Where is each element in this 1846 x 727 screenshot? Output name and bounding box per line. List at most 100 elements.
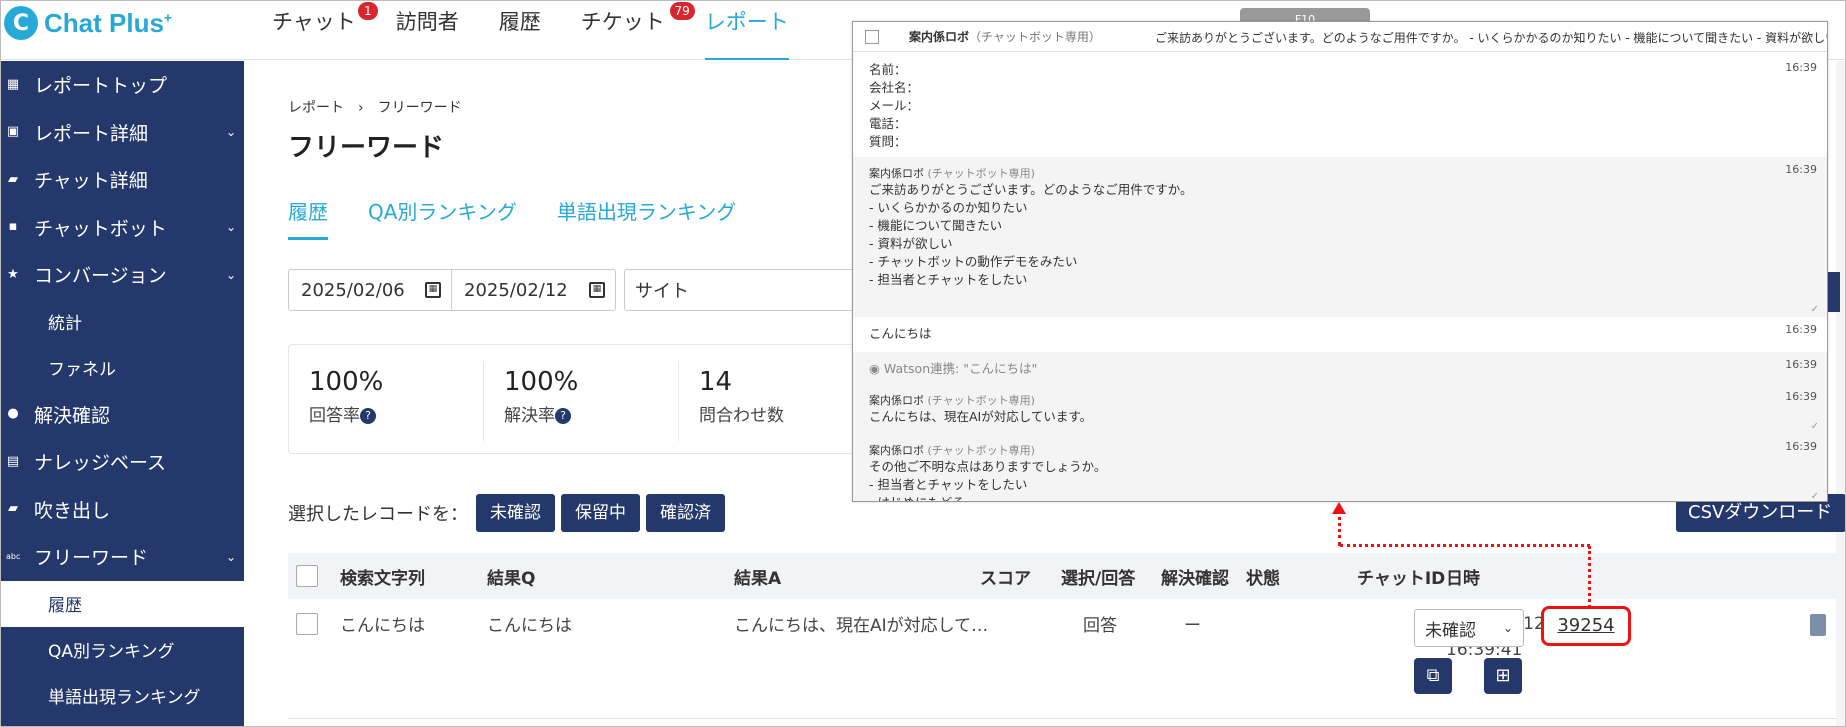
col-query: 検索文字列 [340,568,425,589]
speech-bubble-icon: ▰ [8,501,18,517]
col-status: 状態 [1246,568,1280,589]
popup-last-message: ご来訪ありがとうございます。どのようなご用件ですか。 - いくらかかるのか知りた… [1155,31,1828,45]
chat-icon: ▰ [8,171,18,187]
row-query: こんにちは [340,616,425,636]
sidebar-item-resolution[interactable]: ● 解決確認 [0,391,244,439]
chat-id-link[interactable]: 39254 [1557,615,1614,636]
tabs: 履歴 QA別ランキング 単語出現ランキング [288,196,776,240]
col-datetime: 日時 [1446,568,1480,589]
breadcrumb[interactable]: レポート › フリーワード [288,97,462,117]
row-select-answer: 回答 [1083,616,1117,636]
user-circle-icon: ◉ [869,361,880,376]
calendar-icon: ▦ [589,282,605,298]
nav-history[interactable]: 履歴 [499,0,541,60]
sidebar-item-chat-detail[interactable]: ▰ チャット詳細 [0,156,244,204]
mark-pending-button[interactable]: 保留中 [561,494,640,532]
row-resolved: ー [1184,616,1201,636]
chevron-down-icon: ⌄ [225,220,236,235]
chat-bubble-icon: C [4,6,38,40]
date-from-field[interactable]: 2025/02/06 ▦ [288,269,452,311]
col-score: スコア [980,568,1031,589]
sidebar-item-balloon[interactable]: ▰ 吹き出し [0,486,244,534]
chevron-down-icon: ⌄ [225,549,236,564]
tab-word-ranking[interactable]: 単語出現ランキング [557,196,736,240]
nav-tickets[interactable]: チケット 79 [581,0,695,60]
row-result-a: こんにちは、現在AIが対応して… [734,616,989,636]
sidebar: ▦ レポートトップ ▣ レポート詳細 ⌄ ▰ チャット詳細 ▪ チャットボット ⌄ ★ コンバ… [0,61,244,727]
read-check-icon: ✓ [1810,421,1819,432]
chat-message-bot-greeting: 16:39 案内係ロボ (チャットボット専用) ご来訪ありがとうございます。どの… [853,157,1827,317]
annotation-line [1340,544,1590,547]
chat-log-popup: 案内係ロボ（チャットボット専用） ご来訪ありがとうございます。どのようなご用件で… [852,21,1828,502]
mark-unconfirmed-button[interactable]: 未確認 [476,494,555,532]
date-to-field[interactable]: 2025/02/12 ▦ [452,269,616,311]
annotation-line [1588,546,1591,608]
popup-bot-name: 案内係ロボ（チャットボット専用） [909,30,1101,44]
chatplus-logo[interactable]: C Chat Plus+ [4,6,172,40]
col-resolved: 解決確認 [1161,568,1229,589]
tab-history[interactable]: 履歴 [288,196,328,240]
stat-inquiry-count: 14 問合わせ数 [699,367,784,426]
trash-icon[interactable] [1810,614,1826,636]
star-icon: ★ [7,266,19,282]
chatbot-icon: ▪ [8,219,18,235]
chevron-down-icon: ⌄ [1502,621,1513,635]
page-title: フリーワード [288,133,445,163]
sidebar-sub-stats[interactable]: 統計 [0,299,244,345]
sidebar-item-report-detail[interactable]: ▣ レポート詳細 ⌄ [0,109,244,157]
sidebar-sub-word-ranking[interactable]: 単語出現ランキング [0,673,244,719]
sidebar-item-freeword[interactable]: abc フリーワード ⌄ [0,533,244,581]
dashboard-icon: ▦ [6,76,20,92]
annotation-line [1338,510,1341,546]
chat-count-badge: 1 [357,2,378,20]
status-select[interactable]: 未確認 ⌄ [1414,609,1524,647]
nav-chat[interactable]: チャット 1 [272,0,378,60]
sidebar-item-conversion[interactable]: ★ コンバージョン ⌄ [0,251,244,299]
nav-visitors[interactable]: 訪問者 [396,0,459,60]
ticket-count-badge: 79 [669,2,695,20]
help-icon[interactable]: ? [360,408,376,424]
bulk-action-row: 選択したレコードを： 未確認 保留中 確認済 [288,494,731,532]
chat-id-link-highlight: 39254 [1541,606,1631,646]
sidebar-sub-qa-ranking[interactable]: QA別ランキング [0,627,244,673]
row-result-q: こんにちは [487,616,572,636]
chevron-down-icon: ⌄ [225,125,236,140]
read-check-icon: ✓ [1810,491,1819,502]
lightbulb-icon: ● [7,406,19,422]
help-icon[interactable]: ? [555,408,571,424]
popup-header: 案内係ロボ（チャットボット専用） ご来訪ありがとうございます。どのようなご用件で… [853,22,1827,52]
read-check-icon: ✓ [1810,304,1819,315]
chevron-down-icon: ⌄ [225,267,236,282]
select-all-checkbox[interactable] [296,565,318,587]
chat-message-bot-ai: 16:39 案内係ロボ (チャットボット専用) こんにちは、現在AIが対応してい… [853,384,1827,434]
stat-answer-rate: 100% 回答率? [289,361,484,441]
mark-confirmed-button[interactable]: 確認済 [646,494,725,532]
chat-message-watson: 16:39 ◉ Watson連携: "こんにちは" [853,352,1827,384]
table-header: 検索文字列 結果Q 結果A スコア 選択/回答 解決確認 状態 チャットID 日… [288,553,1836,599]
sidebar-item-report-top[interactable]: ▦ レポートトップ [0,61,244,109]
nav-report[interactable]: レポート [704,0,789,60]
copy-icon[interactable]: ⧉ [1414,658,1452,694]
popup-checkbox[interactable] [865,29,879,44]
sidebar-sub-funnel[interactable]: ファネル [0,345,244,391]
tab-qa-ranking[interactable]: QA別ランキング [368,196,517,240]
sidebar-item-chatbot[interactable]: ▪ チャットボット ⌄ [0,204,244,252]
sidebar-sub-history[interactable]: 履歴 [0,580,244,627]
book-icon: ▤ [6,453,20,469]
main-nav: チャット 1 訪問者 履歴 チケット 79 レポート [272,0,829,60]
logo-text: Chat Plus+ [44,7,173,38]
bulk-action-label: 選択したレコードを： [288,504,468,525]
site-select[interactable]: サイト [624,269,864,311]
abc-icon: abc [6,551,21,561]
stat-resolution-rate: 100% 解決率? [484,361,679,441]
filter-bar: 2025/02/06 ▦ 2025/02/12 ▦ サイト [288,269,864,311]
col-select-answer: 選択/回答 [1061,568,1136,589]
annotation-arrow-icon [1332,502,1346,514]
col-result-a: 結果A [734,568,782,589]
row-checkbox[interactable] [296,613,318,635]
sidebar-item-knowledge-base[interactable]: ▤ ナレッジベース [0,438,244,486]
chat-message-user: 16:39 こんにちは [869,323,1817,341]
report-icon: ▣ [6,124,20,140]
add-document-icon[interactable]: ⊞ [1484,658,1522,694]
calendar-icon: ▦ [425,282,441,298]
